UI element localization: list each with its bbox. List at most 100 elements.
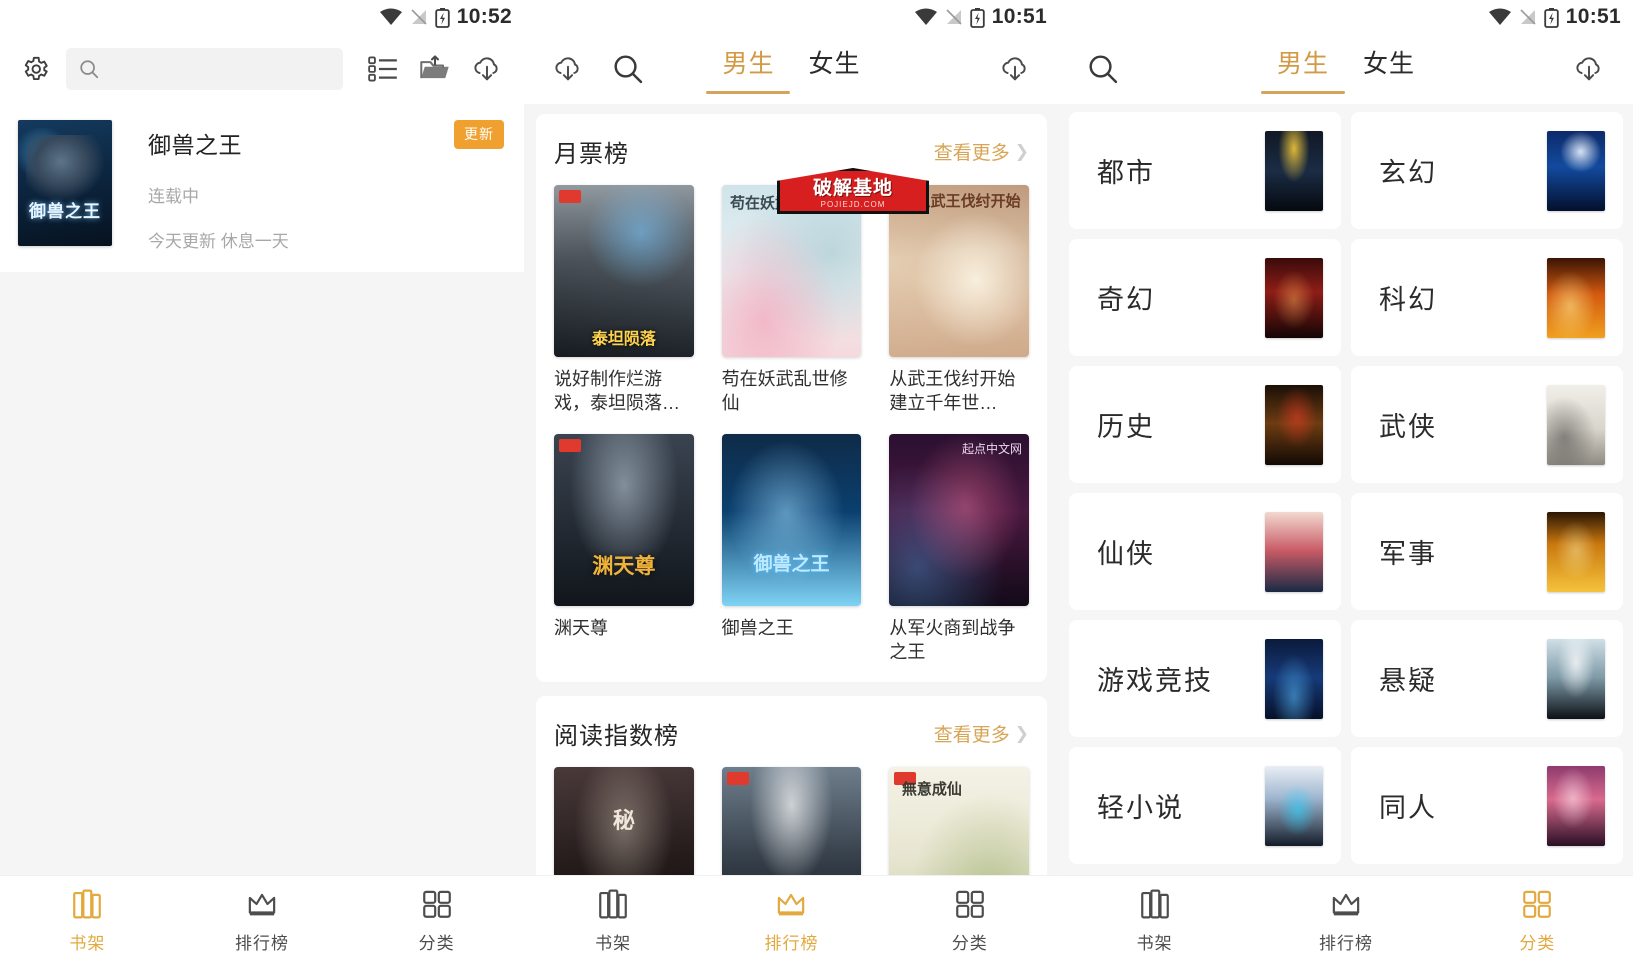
book-item[interactable]	[721, 767, 862, 875]
category-card[interactable]: 轻小说	[1069, 747, 1341, 864]
category-label: 武侠	[1379, 412, 1437, 442]
screen-bookshelf: 10:52 御兽之王 御兽之王 连载中 今天更新 休息一天 更新 书架 排行榜 …	[0, 0, 524, 965]
bookshelf-icon	[599, 889, 627, 918]
nav-item-categories[interactable]: 分类	[881, 888, 1059, 954]
category-card[interactable]: 同人	[1351, 747, 1623, 864]
ranking-toolbar: 男生 女生	[524, 34, 1059, 104]
cloud-download-icon[interactable]	[461, 45, 513, 93]
category-thumbnail	[1547, 257, 1605, 338]
settings-icon[interactable]	[14, 48, 56, 90]
book-cover	[721, 767, 862, 875]
nav-item-bookshelf[interactable]: 书架	[1059, 888, 1250, 954]
search-icon[interactable]	[1077, 45, 1129, 93]
nav-item-ranking[interactable]: 排行榜	[702, 888, 880, 954]
category-label: 游戏竞技	[1097, 666, 1213, 696]
category-thumbnail	[1265, 765, 1323, 846]
book-cover: 秘	[554, 767, 694, 875]
category-card[interactable]: 军事	[1351, 493, 1623, 610]
category-thumbnail	[1265, 384, 1323, 465]
search-icon	[80, 60, 99, 79]
view-more-link[interactable]: 查看更多 ❯	[934, 138, 1029, 165]
nav-item-bookshelf[interactable]: 书架	[0, 888, 175, 954]
categories-scroll-area[interactable]: 都市 玄幻 奇幻 科幻 历史 武侠 仙侠 军事 游戏竞技 悬疑 轻小说 同人	[1059, 104, 1633, 875]
bookshelf-toolbar	[0, 34, 524, 104]
cover-title: 泰坦陨落	[591, 331, 656, 349]
book-item[interactable]: 起点中文网 从军火商到战争之王	[889, 433, 1029, 665]
grid-icon	[955, 890, 984, 918]
search-icon[interactable]	[602, 45, 654, 93]
book-title: 苟在妖武乱世修仙	[721, 369, 848, 414]
category-card[interactable]: 玄幻	[1351, 112, 1623, 229]
cloud-download-icon[interactable]	[1563, 45, 1615, 93]
view-more-link[interactable]: 查看更多 ❯	[934, 720, 1029, 747]
view-more-label: 查看更多	[933, 725, 1010, 747]
book-item[interactable]: 泰坦陨落 说好制作烂游戏，泰坦陨落…	[554, 185, 694, 416]
search-bar[interactable]	[66, 48, 343, 90]
import-folder-icon[interactable]	[409, 45, 461, 93]
list-item[interactable]: 御兽之王 御兽之王 连载中 今天更新 休息一天 更新	[0, 104, 524, 272]
book-item[interactable]: 無意成仙	[889, 767, 1029, 875]
tab-female[interactable]: 女生	[1363, 44, 1415, 94]
category-grid: 都市 玄幻 奇幻 科幻 历史 武侠 仙侠 军事 游戏竞技 悬疑 轻小说 同人	[1059, 104, 1633, 872]
nav-item-categories[interactable]: 分类	[349, 888, 524, 954]
nav-item-categories[interactable]: 分类	[1442, 888, 1633, 954]
cover-title: 御兽之王	[29, 202, 101, 222]
nav-item-ranking[interactable]: 排行榜	[175, 888, 350, 954]
category-thumbnail	[1547, 384, 1605, 465]
cover-title: 無意成仙	[901, 780, 962, 799]
category-card[interactable]: 科幻	[1351, 239, 1623, 356]
cloud-download-icon[interactable]	[542, 45, 594, 93]
search-input[interactable]	[110, 59, 331, 79]
category-card[interactable]: 悬疑	[1351, 620, 1623, 737]
category-label: 奇幻	[1097, 285, 1155, 315]
category-card[interactable]: 武侠	[1351, 366, 1623, 483]
book-item[interactable]: 渊天尊 渊天尊	[554, 433, 694, 665]
category-thumbnail	[1547, 511, 1605, 592]
book-item[interactable]: 苟在妖武乱世修仙 苟在妖武乱世修仙	[721, 185, 862, 416]
category-card[interactable]: 历史	[1069, 366, 1341, 483]
wifi-icon	[1488, 8, 1511, 25]
category-label: 轻小说	[1097, 793, 1184, 823]
cover-title: 苟在妖武乱世修仙	[730, 194, 851, 212]
nav-item-bookshelf[interactable]: 书架	[524, 888, 702, 954]
category-thumbnail	[1547, 638, 1605, 719]
section-title: 月票榜	[554, 141, 629, 168]
section-reading-index: 阅读指数榜 查看更多 ❯ 秘 無意成仙	[536, 696, 1047, 875]
section-title: 阅读指数榜	[554, 723, 679, 751]
nav-label: 排行榜	[764, 933, 819, 953]
category-label: 都市	[1097, 158, 1155, 188]
signal-off-icon	[411, 9, 427, 25]
book-item[interactable]: 从武王伐纣开始 从武王伐纣开始建立千年世…	[889, 185, 1029, 416]
crown-icon	[248, 893, 276, 915]
nav-label: 分类	[418, 933, 455, 953]
nav-item-ranking[interactable]: 排行榜	[1250, 888, 1441, 954]
book-item[interactable]: 御兽之王 御兽之王	[721, 433, 862, 665]
category-card[interactable]: 奇幻	[1069, 239, 1341, 356]
rank-tag-icon	[559, 438, 581, 452]
chevron-right-icon: ❯	[1014, 141, 1029, 161]
status-bar: 10:51	[1059, 0, 1633, 34]
tab-male[interactable]: 男生	[722, 44, 774, 94]
ranking-scroll-area[interactable]: 月票榜 查看更多 ❯ 泰坦陨落 说好制作烂游戏，泰坦陨落… 苟在妖武乱世修仙 苟…	[524, 104, 1059, 875]
book-status: 连载中	[148, 187, 199, 206]
cloud-download-icon[interactable]	[989, 45, 1041, 93]
list-view-icon[interactable]	[357, 45, 409, 93]
book-cover: 御兽之王	[18, 120, 112, 246]
category-label: 同人	[1379, 793, 1437, 823]
nav-label: 分类	[951, 933, 988, 953]
category-card[interactable]: 仙侠	[1069, 493, 1341, 610]
category-card[interactable]: 游戏竞技	[1069, 620, 1341, 737]
book-item[interactable]: 秘	[554, 767, 694, 875]
battery-charging-icon	[1544, 7, 1559, 28]
nav-label: 书架	[69, 933, 106, 953]
wifi-icon	[379, 8, 402, 25]
screenshot-collage: 10:52 御兽之王 御兽之王 连载中 今天更新 休息一天 更新 书架 排行榜 …	[0, 0, 1633, 965]
book-title: 从军火商到战争之王	[889, 617, 1016, 662]
category-card[interactable]: 都市	[1069, 112, 1341, 229]
category-thumbnail	[1265, 130, 1323, 211]
tab-male[interactable]: 男生	[1277, 44, 1329, 94]
bottom-nav: 书架 排行榜 分类	[0, 875, 524, 965]
nav-label: 分类	[1519, 933, 1556, 953]
category-thumbnail	[1265, 257, 1323, 338]
tab-female[interactable]: 女生	[809, 44, 861, 94]
